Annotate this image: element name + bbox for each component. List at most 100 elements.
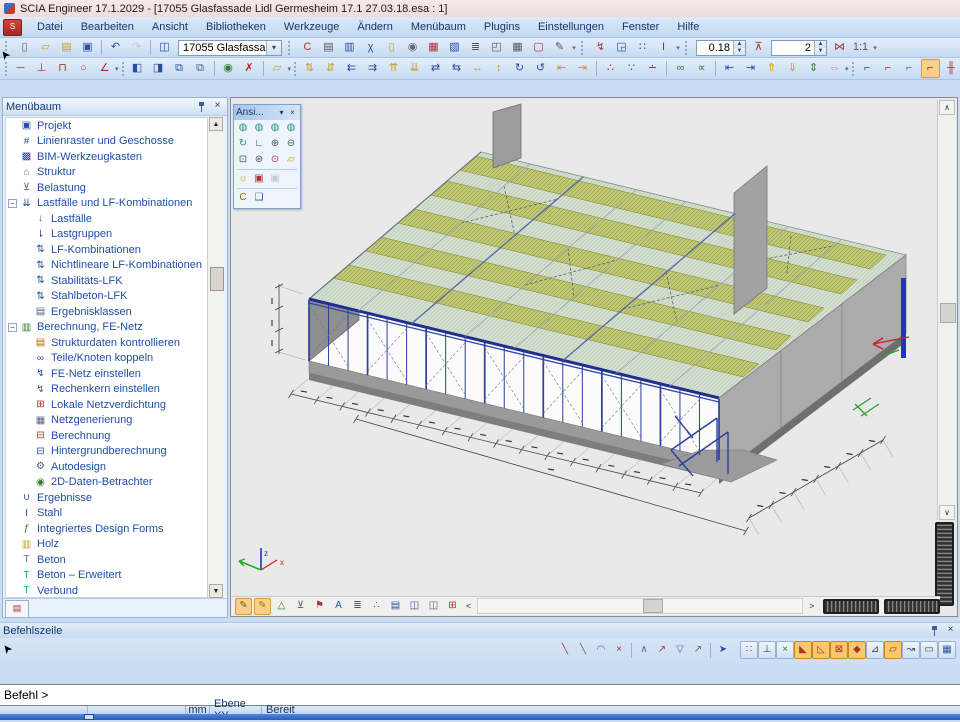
- tree-item-lf-kombinationen[interactable]: ⇅LF-Kombinationen: [6, 242, 209, 258]
- image-2-icon[interactable]: ▧: [445, 38, 464, 57]
- duplicate-window-2-icon[interactable]: ⧉: [191, 59, 210, 78]
- node-free-icon[interactable]: ∸: [643, 59, 662, 78]
- visibility-icon[interactable]: ◉: [219, 59, 238, 78]
- clipping-box-icon[interactable]: C: [235, 190, 251, 206]
- toolbar-grip[interactable]: [581, 41, 587, 55]
- view-y-icon[interactable]: ◍: [251, 120, 267, 136]
- menu--ndern[interactable]: Ändern: [348, 19, 401, 35]
- save-all-icon[interactable]: ▤: [57, 38, 76, 57]
- show-loads-icon[interactable]: ⊻: [292, 598, 309, 615]
- section-down-icon[interactable]: ⇓: [783, 59, 802, 78]
- pin-icon[interactable]: [929, 625, 941, 637]
- zoom-in-icon[interactable]: ⊕: [267, 136, 283, 152]
- menu-ansicht[interactable]: Ansicht: [143, 19, 197, 35]
- vscroll-thumb[interactable]: [940, 303, 956, 323]
- section-end-icon[interactable]: ⇥: [741, 59, 760, 78]
- stretch-h-icon[interactable]: ↔: [468, 59, 487, 78]
- stretch-v-icon[interactable]: ↕: [489, 59, 508, 78]
- member-right-icon[interactable]: ⇉: [363, 59, 382, 78]
- node-connect-icon[interactable]: ∴: [601, 59, 620, 78]
- dot-raster-icon[interactable]: ∷: [633, 38, 652, 57]
- tree-item-teile-knoten-koppeln[interactable]: ∞Teile/Knoten koppeln: [6, 351, 209, 367]
- status-plane[interactable]: Ebene XY: [210, 706, 262, 714]
- tree-item-stahl[interactable]: IStahl: [6, 506, 209, 522]
- snap-center-icon[interactable]: ◆: [848, 641, 866, 659]
- scale-spinner[interactable]: ▲▼: [733, 41, 745, 55]
- print-icon[interactable]: ≣: [466, 38, 485, 57]
- vscroll-down-icon[interactable]: ∨: [939, 505, 955, 520]
- new-project-icon[interactable]: ▯: [15, 38, 34, 57]
- window-h-icon[interactable]: ╫: [942, 59, 960, 78]
- pin-icon[interactable]: [196, 101, 208, 113]
- count-field[interactable]: 2 ▲▼: [771, 40, 827, 56]
- activity-grid-icon[interactable]: ⊞: [444, 598, 461, 615]
- show-volumes-icon[interactable]: △: [273, 598, 290, 615]
- zoom-selection-icon[interactable]: ⊙: [267, 152, 283, 168]
- section-swap-icon[interactable]: ⇔: [825, 59, 844, 78]
- show-labels-icon[interactable]: A: [330, 598, 347, 615]
- view-x-icon[interactable]: ◍: [235, 120, 251, 136]
- engineering-report-icon[interactable]: ▤: [319, 38, 338, 57]
- section-begin-icon[interactable]: ⇤: [720, 59, 739, 78]
- member-raise-icon[interactable]: ⇈: [384, 59, 403, 78]
- document-info-icon[interactable]: ▢: [529, 38, 548, 57]
- tree-item-belastung[interactable]: ⊻Belastung: [6, 180, 209, 196]
- rotate-ccw-icon[interactable]: ↺: [531, 59, 550, 78]
- tree-expander-icon[interactable]: −: [8, 323, 17, 332]
- duplicate-window-icon[interactable]: ⧉: [170, 59, 189, 78]
- tree-item-struktur[interactable]: ⌂Struktur: [6, 165, 209, 181]
- raster-lines-icon[interactable]: ⊥: [758, 641, 776, 659]
- window-3-icon[interactable]: ⌐: [900, 59, 919, 78]
- member-down-icon[interactable]: ⇵: [321, 59, 340, 78]
- snap-percentage-icon[interactable]: ⊠: [830, 641, 848, 659]
- member-up-icon[interactable]: ⇅: [300, 59, 319, 78]
- render-shaded-icon[interactable]: ✎: [254, 598, 271, 615]
- node-support-icon[interactable]: ∵: [622, 59, 641, 78]
- window-1-icon[interactable]: ⌐: [858, 59, 877, 78]
- view-library-icon[interactable]: ▱: [283, 152, 299, 168]
- befehlszeile-close-icon[interactable]: ×: [944, 624, 957, 637]
- mesh-ball-icon[interactable]: ◉: [403, 38, 422, 57]
- draw-circle-icon[interactable]: ○: [74, 59, 93, 78]
- app-menu-icon[interactable]: S: [3, 19, 22, 36]
- tree-item-berechnung-fe-netz[interactable]: −▥Berechnung, FE-Netz: [6, 320, 209, 336]
- status-units[interactable]: mm: [186, 706, 210, 714]
- toolbar-overflow-icon[interactable]: ▾: [871, 44, 879, 52]
- model-viewport[interactable]: z x Ansi... ▾ × ◍◍◍◍ ↻∟⊕⊖ ⊡⊛⊙▱ ☼▣▣ C❑ ∧ …: [230, 97, 958, 617]
- snap-table-icon[interactable]: ▦: [938, 641, 956, 659]
- tree-item-zwei-d-daten-betrachter[interactable]: ◉2D-Daten-Betrachter: [6, 475, 209, 491]
- show-members-icon[interactable]: ▤: [387, 598, 404, 615]
- draw-perp-icon[interactable]: ⊥: [32, 59, 51, 78]
- save-icon[interactable]: ▣: [78, 38, 97, 57]
- tree-item-autodesign[interactable]: ⚙Autodesign: [6, 459, 209, 475]
- tree-item-berechnung[interactable]: ⊟Berechnung: [6, 428, 209, 444]
- menu-bibliotheken[interactable]: Bibliotheken: [197, 19, 275, 35]
- snap-extension-icon[interactable]: ▭: [920, 641, 938, 659]
- link-members-icon[interactable]: ∝: [692, 59, 711, 78]
- hscroll-right-icon[interactable]: >: [805, 601, 818, 611]
- ansicht-menu-icon[interactable]: ▾: [276, 108, 287, 117]
- window-active-icon[interactable]: ⌐: [921, 59, 940, 78]
- snap-remove-icon[interactable]: ×: [611, 642, 627, 658]
- snap-clear-icon[interactable]: ×: [776, 641, 794, 659]
- toolbar-overflow-icon[interactable]: ▾: [674, 44, 682, 52]
- tree-item-strukturdaten-kontrollieren[interactable]: ▤Strukturdaten kontrollieren: [6, 335, 209, 351]
- section-up-icon[interactable]: ⇑: [762, 59, 781, 78]
- project-combo[interactable]: 17055 Glasfassade ▾: [178, 40, 282, 56]
- print-preview-icon[interactable]: ◰: [487, 38, 506, 57]
- tree-item-lastgruppen[interactable]: ⇂Lastgruppen: [6, 227, 209, 243]
- toolbar-grip[interactable]: [5, 62, 7, 76]
- snap-point-icon[interactable]: ↗: [654, 642, 670, 658]
- snap-line-1-icon[interactable]: ╲: [557, 642, 573, 658]
- tree-item-stahlbeton-lfk[interactable]: ⇅Stahlbeton-LFK: [6, 289, 209, 305]
- ansicht-toolbar-header[interactable]: Ansi... ▾ ×: [234, 105, 300, 120]
- count-spinner[interactable]: ▲▼: [814, 41, 826, 55]
- link-nodes-icon[interactable]: ∞: [671, 59, 690, 78]
- render-wireframe-icon[interactable]: ✎: [235, 598, 252, 615]
- snap-polygon-icon[interactable]: ▱: [884, 641, 902, 659]
- toolbar-overflow-icon[interactable]: ▾: [115, 65, 119, 73]
- show-supports-icon[interactable]: ⚑: [311, 598, 328, 615]
- rotation-wheel-vertical[interactable]: [935, 522, 954, 606]
- menu-datei[interactable]: Datei: [28, 19, 72, 35]
- show-nodes-icon[interactable]: ∴: [368, 598, 385, 615]
